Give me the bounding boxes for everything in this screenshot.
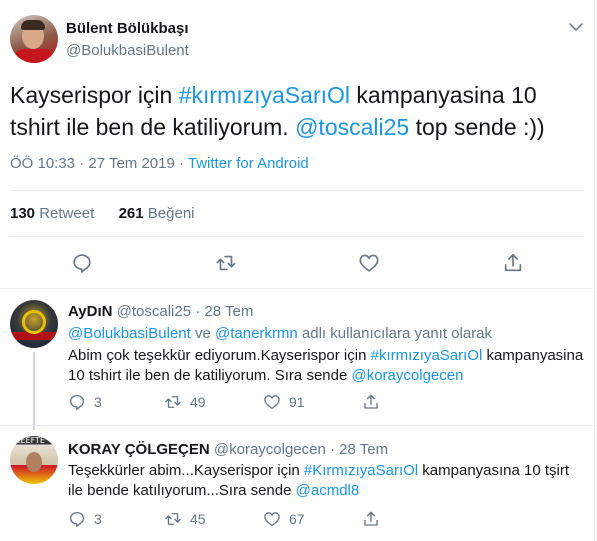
reply-date[interactable]: · 28 Tem bbox=[195, 303, 253, 320]
share-icon bbox=[364, 394, 378, 409]
reply-header: AyDıN @toscali25 · 28 Tem bbox=[68, 303, 253, 320]
retweet-icon bbox=[165, 513, 181, 525]
tweet-stats: 130 Retweet 261 Beğeni bbox=[10, 205, 195, 222]
thread-connector-line bbox=[33, 352, 35, 430]
like-count: 91 bbox=[289, 394, 305, 410]
divider bbox=[0, 425, 594, 426]
tweet-text-part: top sende :)) bbox=[409, 114, 545, 140]
mention-link[interactable]: @BolukbasiBulent bbox=[68, 325, 191, 342]
replying-to-text: ve bbox=[190, 325, 215, 342]
retweet-label[interactable]: Retweet bbox=[39, 205, 94, 222]
reply-author-handle[interactable]: @koraycolgecen bbox=[214, 441, 326, 458]
replying-to-text: adlı kullanıcılara yanıt olarak bbox=[297, 325, 493, 342]
tweet-time[interactable]: ÖÖ 10:33 · 27 Tem 2019 · bbox=[10, 155, 188, 172]
tweet-timestamp: ÖÖ 10:33 · 27 Tem 2019 · Twitter for And… bbox=[10, 155, 309, 172]
tweet-text: Kayserispor için #kırmızıyaSarıOl kampan… bbox=[10, 79, 580, 143]
mention-link[interactable]: @tanerkrmn bbox=[215, 325, 298, 342]
retweet-icon[interactable] bbox=[215, 252, 237, 274]
reply-avatar[interactable]: LEEFTE bbox=[10, 436, 58, 484]
retweet-button[interactable]: 45 bbox=[164, 510, 206, 528]
like-label[interactable]: Beğeni bbox=[148, 205, 195, 222]
retweet-button[interactable]: 49 bbox=[164, 393, 206, 411]
share-icon bbox=[364, 511, 378, 526]
hashtag-link[interactable]: #kırmızıyaSarıOl bbox=[371, 347, 483, 364]
reply-date[interactable]: · 28 Tem bbox=[330, 441, 388, 458]
like-icon[interactable] bbox=[358, 252, 380, 274]
divider bbox=[0, 288, 594, 289]
replying-to: @BolukbasiBulent ve @tanerkrmn adlı kull… bbox=[68, 325, 492, 342]
retweet-count: 49 bbox=[190, 394, 206, 410]
reply-text-part: Abim çok teşekkür ediyorum.Kayserispor i… bbox=[68, 347, 371, 364]
reply-text-part: Teşekkürler abim...Kayserispor için bbox=[68, 462, 304, 479]
tweet-detail-panel: Bülent Bölükbaşı @BolukbasiBulent Kayser… bbox=[0, 0, 595, 541]
mention-link[interactable]: @acmdl8 bbox=[296, 482, 360, 499]
reply-avatar[interactable] bbox=[10, 300, 58, 348]
reply-text: Teşekkürler abim...Kayserispor için #Kır… bbox=[68, 461, 588, 501]
share-button[interactable] bbox=[362, 393, 380, 411]
reply-author-handle[interactable]: @toscali25 bbox=[117, 303, 191, 320]
hashtag-link[interactable]: #KırmızıyaSarıOl bbox=[304, 462, 418, 479]
like-icon bbox=[264, 512, 280, 527]
reply-author-name[interactable]: AyDıN bbox=[68, 303, 112, 320]
share-button[interactable] bbox=[362, 510, 380, 528]
reply-count: 3 bbox=[94, 511, 102, 527]
reply-button[interactable]: 3 bbox=[68, 393, 102, 411]
reply-author-name[interactable]: KORAY ÇÖLGEÇEN bbox=[68, 441, 210, 458]
avatar-text: LEEFTE bbox=[16, 436, 45, 445]
reply-icon[interactable] bbox=[71, 252, 93, 274]
like-count[interactable]: 261 bbox=[119, 205, 144, 222]
reply-header: KORAY ÇÖLGEÇEN @koraycolgecen · 28 Tem bbox=[68, 441, 388, 458]
reply-button[interactable]: 3 bbox=[68, 510, 102, 528]
like-button[interactable]: 91 bbox=[263, 393, 305, 411]
retweet-count: 45 bbox=[190, 511, 206, 527]
retweet-icon bbox=[165, 396, 181, 408]
retweet-count[interactable]: 130 bbox=[10, 205, 35, 222]
reply-icon bbox=[69, 394, 85, 411]
author-avatar[interactable] bbox=[10, 15, 58, 63]
tweet-source-link[interactable]: Twitter for Android bbox=[188, 155, 309, 172]
like-icon bbox=[264, 395, 280, 410]
tweet-text-part: Kayserispor için bbox=[10, 82, 179, 108]
share-icon[interactable] bbox=[502, 252, 524, 274]
like-count: 67 bbox=[289, 511, 305, 527]
author-handle[interactable]: @BolukbasiBulent bbox=[66, 42, 189, 59]
hashtag-link[interactable]: #kırmızıyaSarıOl bbox=[179, 82, 350, 108]
divider bbox=[10, 236, 584, 237]
mention-link[interactable]: @koraycolgecen bbox=[351, 367, 463, 384]
mention-link[interactable]: @toscali25 bbox=[295, 114, 409, 140]
author-name[interactable]: Bülent Bölükbaşı bbox=[66, 20, 189, 37]
reply-count: 3 bbox=[94, 394, 102, 410]
divider bbox=[10, 190, 584, 191]
like-button[interactable]: 67 bbox=[263, 510, 305, 528]
reply-icon bbox=[69, 511, 85, 528]
chevron-down-icon[interactable] bbox=[567, 18, 585, 36]
reply-text: Abim çok teşekkür ediyorum.Kayserispor i… bbox=[68, 346, 588, 386]
